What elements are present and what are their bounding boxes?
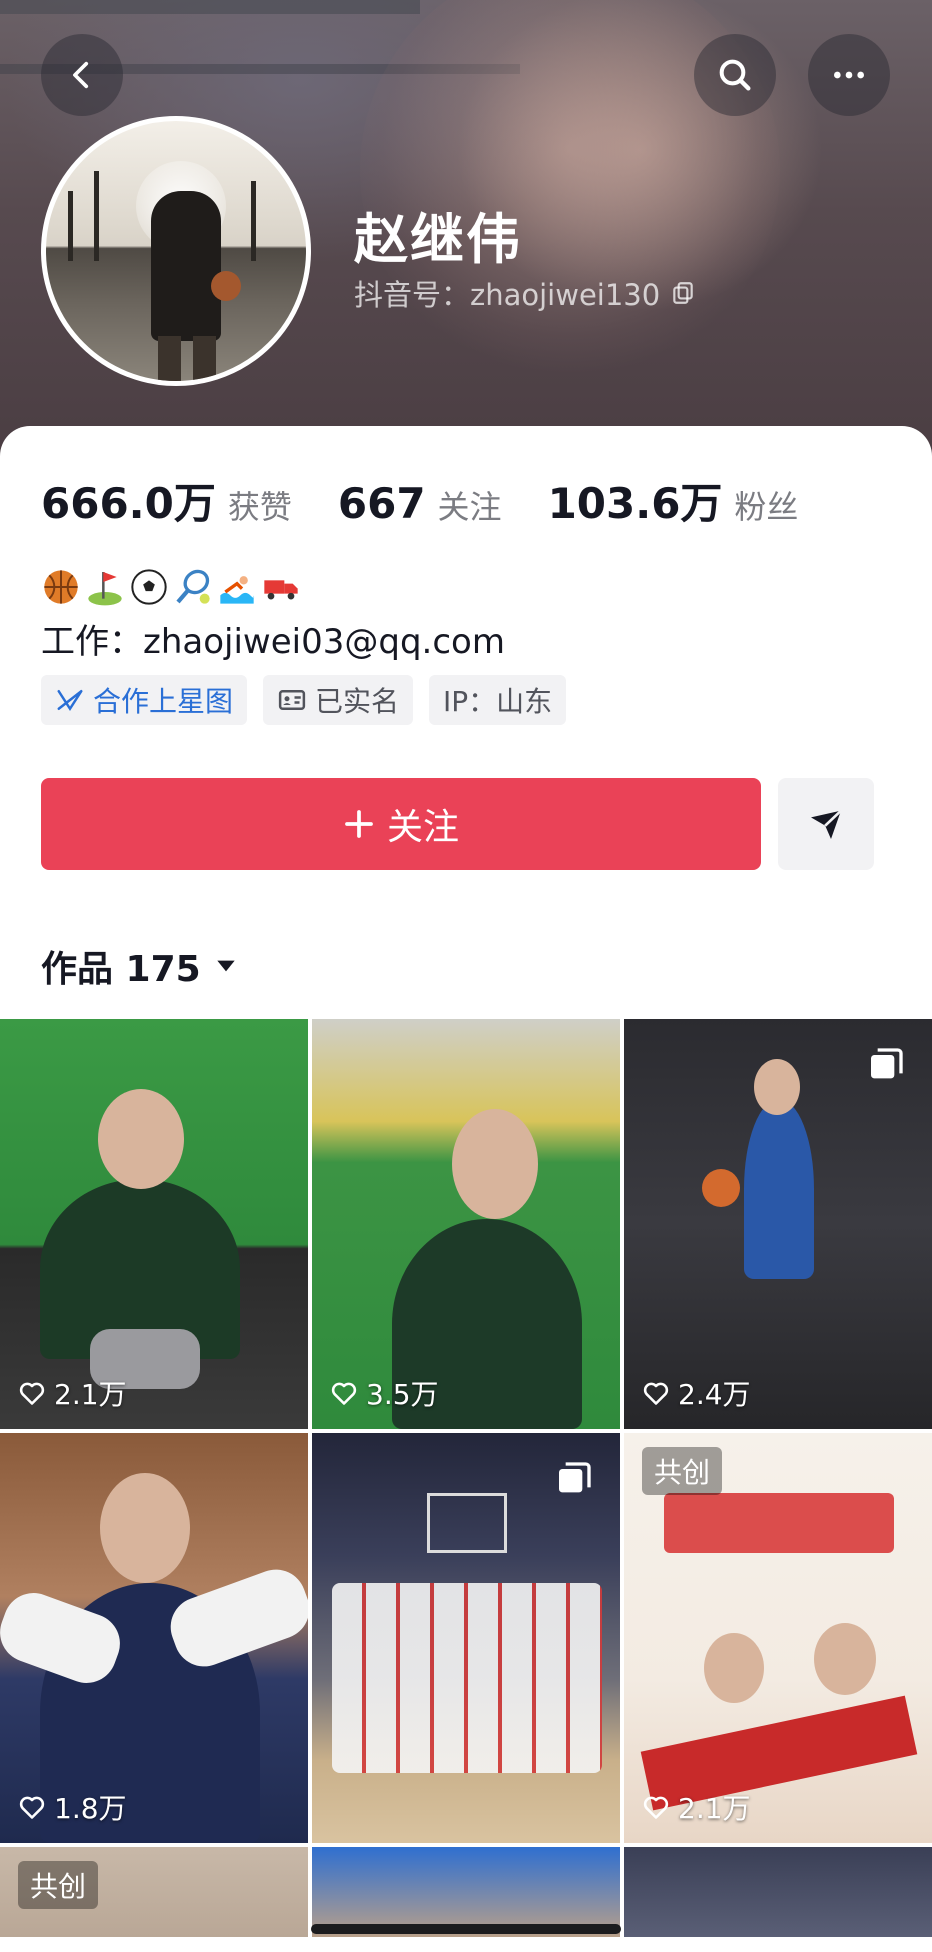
more-button[interactable] (808, 34, 890, 116)
video-tile[interactable]: 3.5万 (312, 1019, 620, 1429)
tag-ip-location: IP：山东 (429, 675, 567, 725)
share-button[interactable] (778, 778, 874, 870)
stat-following[interactable]: 667 关注 (338, 479, 502, 528)
works-tab[interactable]: 作品 175 (41, 940, 239, 992)
heart-icon (19, 1382, 45, 1405)
tag-label: IP：山东 (443, 685, 553, 718)
works-title: 作品 175 (41, 949, 201, 990)
tile-likes: 2.1万 (642, 1787, 751, 1827)
multi-image-icon (871, 1048, 903, 1079)
chevron-left-icon (73, 61, 89, 89)
tile-likes: 2.4万 (642, 1373, 751, 1413)
likes-count: 3.5万 (366, 1378, 439, 1411)
stat-followers[interactable]: 103.6万 粉丝 (548, 470, 799, 531)
douyin-id-text: 抖音号：zhaojiwei130 (354, 278, 661, 312)
stat-label: 关注 (437, 488, 502, 526)
video-tile[interactable]: 1.8万 (0, 1433, 308, 1843)
tile-likes: 2.1万 (18, 1373, 127, 1413)
plus-icon (345, 810, 373, 838)
search-icon (719, 59, 751, 91)
video-tile[interactable]: 共创 (0, 1847, 308, 1937)
tag-label: 合作上星图 (93, 685, 234, 718)
tag-label: 已实名 (315, 685, 400, 718)
stat-value: 666.0万 (41, 479, 216, 528)
tag-verified[interactable]: 已实名 (263, 675, 414, 725)
bio-emoji-row (40, 566, 302, 608)
send-icon (811, 809, 842, 839)
video-tile[interactable] (624, 1847, 932, 1937)
video-tile[interactable]: 2.1万 (0, 1019, 308, 1429)
co-create-badge: 共创 (18, 1861, 99, 1909)
golf-icon (84, 566, 126, 608)
stat-label: 获赞 (227, 488, 292, 526)
back-button[interactable] (41, 34, 123, 116)
copy-icon[interactable] (670, 280, 696, 306)
tile-likes: 3.5万 (330, 1373, 439, 1413)
follow-button[interactable]: 关注 (41, 778, 761, 870)
video-tile[interactable]: 共创 2.1万 (624, 1433, 932, 1843)
heart-icon (643, 1796, 669, 1819)
heart-icon (331, 1382, 357, 1405)
star-map-icon (57, 690, 83, 712)
profile-tags: 合作上星图 已实名 IP：山东 (41, 675, 567, 725)
likes-count: 2.1万 (54, 1378, 127, 1411)
caret-down-icon (217, 960, 235, 972)
bio-work: 工作：zhaojiwei03@qq.com (41, 622, 505, 662)
multi-image-icon (559, 1462, 591, 1493)
profile-name: 赵继伟 (354, 208, 522, 271)
tile-likes: 1.8万 (18, 1787, 127, 1827)
video-tile[interactable] (312, 1433, 620, 1843)
stat-value: 103.6万 (547, 479, 723, 528)
stat-label: 粉丝 (734, 488, 799, 526)
tennis-icon (172, 566, 214, 608)
truck-icon (260, 566, 302, 608)
stat-likes[interactable]: 666.0万 获赞 (41, 470, 292, 531)
id-card-icon (278, 690, 306, 710)
tag-star-map[interactable]: 合作上星图 (41, 675, 248, 725)
stats-row: 666.0万 获赞 667 关注 103.6万 粉丝 (41, 470, 844, 531)
likes-count: 2.4万 (678, 1378, 751, 1411)
more-dots-icon (834, 71, 864, 79)
soccer-icon (128, 566, 170, 608)
follow-label: 关注 (386, 807, 459, 848)
heart-icon (643, 1382, 669, 1405)
co-create-badge: 共创 (642, 1447, 723, 1495)
likes-count: 2.1万 (678, 1792, 751, 1825)
avatar[interactable] (41, 116, 311, 386)
heart-icon (19, 1796, 45, 1819)
douyin-id[interactable]: 抖音号：zhaojiwei130 (354, 272, 696, 314)
home-indicator[interactable] (311, 1924, 621, 1934)
likes-count: 1.8万 (54, 1792, 127, 1825)
video-tile[interactable]: 2.4万 (624, 1019, 932, 1429)
basketball-icon (40, 566, 82, 608)
stat-value: 667 (337, 479, 426, 528)
search-button[interactable] (694, 34, 776, 116)
swimming-icon (216, 566, 258, 608)
